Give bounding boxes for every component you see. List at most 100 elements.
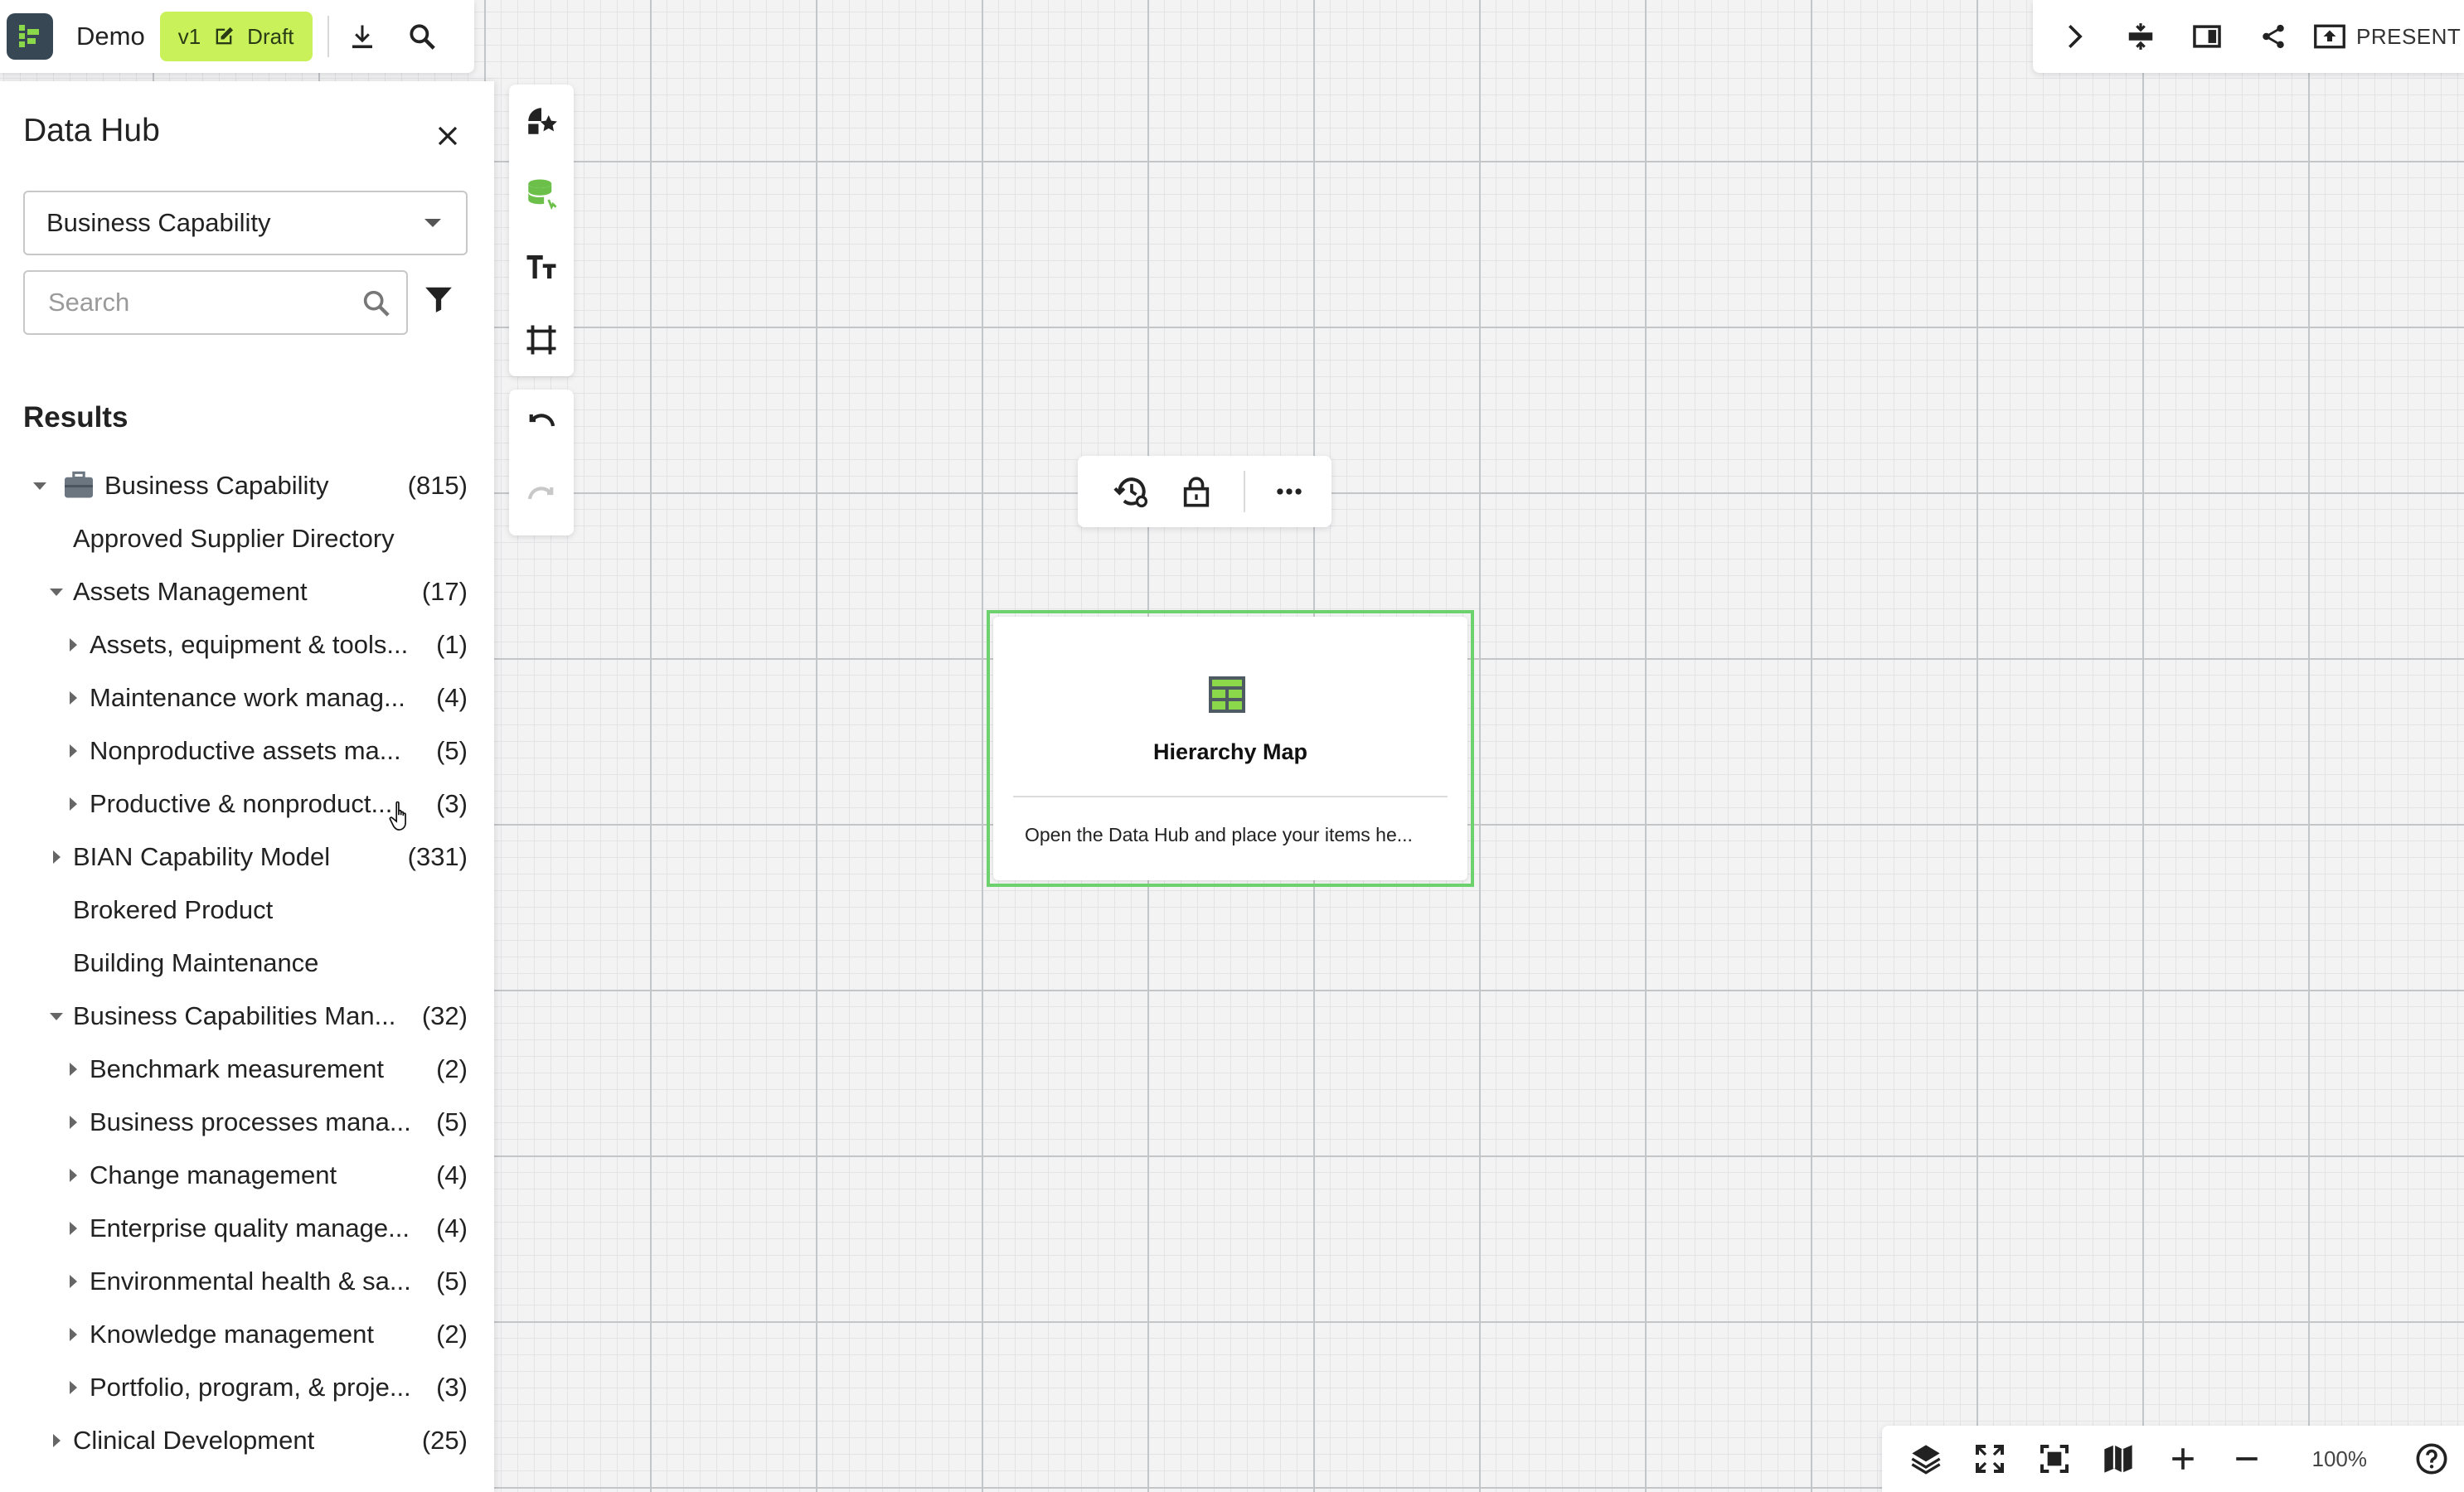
tree-item-label: Benchmark measurement — [90, 1054, 384, 1083]
tree-row[interactable]: Building Maintenance — [0, 937, 494, 990]
search-field[interactable] — [23, 270, 408, 335]
side-panel-button[interactable] — [2174, 0, 2240, 73]
tree-row[interactable]: Approved Supplier Directory — [0, 512, 494, 565]
help-button[interactable] — [2399, 1426, 2464, 1492]
tree-row[interactable]: Business Capabilities Man... (32) — [0, 990, 494, 1043]
fullscreen-button[interactable] — [1958, 1426, 2023, 1492]
caret-down-icon[interactable] — [45, 990, 68, 1043]
tree-row[interactable]: Clinical Development (25) — [0, 1414, 494, 1467]
edit-icon — [216, 27, 234, 45]
undo-icon — [529, 414, 555, 427]
data-hub-panel: Data Hub Business Capability Results Bus… — [0, 81, 494, 1492]
share-icon — [2263, 24, 2284, 49]
close-icon — [438, 126, 458, 146]
present-label: PRESENT — [2356, 23, 2462, 49]
tree-item-label: Business processes mana... — [90, 1107, 411, 1136]
zoom-in-button[interactable] — [2151, 1426, 2215, 1492]
hierarchy-map-card[interactable]: Hierarchy Map Open the Data Hub and plac… — [993, 617, 1467, 880]
tree-item-count: (815) — [407, 471, 468, 500]
tree-row[interactable]: Productive & nonproduct... (3) — [0, 777, 494, 831]
tree-item-label: Clinical Development — [73, 1426, 315, 1455]
caret-right-icon[interactable] — [45, 1414, 68, 1467]
caret-right-icon[interactable] — [61, 671, 85, 724]
download-icon — [352, 25, 372, 49]
fit-to-screen-button[interactable] — [2022, 1426, 2087, 1492]
caret-right-icon[interactable] — [61, 1361, 85, 1414]
caret-down-icon[interactable] — [45, 565, 68, 618]
caret-right-icon[interactable] — [61, 724, 85, 777]
tree-item-label: Portfolio, program, & proje... — [90, 1373, 411, 1402]
element-toolbar — [1078, 456, 1331, 527]
caret-down-icon[interactable] — [28, 459, 51, 512]
tree-item-label: Productive & nonproduct... — [90, 789, 393, 818]
fact-sheet-type-select[interactable]: Business Capability — [23, 191, 468, 255]
tree-row[interactable]: Benchmark measurement (2) — [0, 1043, 494, 1096]
tree-row[interactable]: Assets Management (17) — [0, 565, 494, 618]
more-options-button[interactable] — [1260, 463, 1318, 521]
caret-right-icon[interactable] — [61, 618, 85, 671]
app-logo[interactable] — [7, 13, 53, 60]
collapse-toolbar-button[interactable] — [2041, 0, 2107, 73]
tree-row[interactable]: Assets, equipment & tools... (1) — [0, 618, 494, 671]
top-right-toolbar: PRESENT — [2033, 0, 2464, 73]
fit-width-button[interactable] — [2107, 0, 2174, 73]
document-title[interactable]: Demo — [76, 22, 145, 51]
caret-right-icon[interactable] — [61, 777, 85, 831]
search-button[interactable] — [395, 10, 449, 63]
caret-right-icon[interactable] — [61, 1149, 85, 1202]
card-description: Open the Data Hub and place your items h… — [1025, 824, 1413, 845]
search-input[interactable] — [46, 287, 348, 318]
tree-row[interactable]: Portfolio, program, & proje... (3) — [0, 1361, 494, 1414]
download-button[interactable] — [336, 10, 389, 63]
tree-item-label: Business Capabilities Man... — [73, 1001, 396, 1030]
card-title: Hierarchy Map — [1152, 739, 1308, 764]
present-button[interactable]: PRESENT — [2313, 22, 2461, 51]
frame-tool-button[interactable] — [509, 303, 574, 376]
tree-row[interactable]: Business Capability (815) — [0, 459, 494, 512]
shapes-star-icon — [528, 108, 557, 134]
zoom-level[interactable]: 100% — [2279, 1446, 2399, 1472]
tree-row[interactable]: BIAN Capability Model (331) — [0, 831, 494, 884]
card-divider — [1013, 796, 1448, 797]
history-settings-icon — [1113, 477, 1148, 508]
caret-right-icon[interactable] — [45, 831, 68, 884]
caret-right-icon[interactable] — [61, 1043, 85, 1096]
tree-row[interactable]: Business processes mana... (5) — [0, 1096, 494, 1149]
caret-right-icon[interactable] — [61, 1255, 85, 1308]
tree-item-count: (5) — [436, 1267, 468, 1296]
help-icon — [2416, 1443, 2447, 1475]
minus-icon — [2236, 1457, 2258, 1461]
close-data-hub-button[interactable] — [429, 118, 466, 154]
tree-item-count: (2) — [436, 1054, 468, 1083]
lock-button[interactable] — [1167, 463, 1225, 521]
tree-item-count: (331) — [407, 842, 468, 871]
tree-row[interactable]: Knowledge management (2) — [0, 1308, 494, 1361]
data-hub-button[interactable] — [509, 157, 574, 230]
caret-right-icon[interactable] — [61, 1308, 85, 1361]
tree-item-label: Maintenance work manag... — [90, 683, 405, 712]
caret-right-icon[interactable] — [61, 1096, 85, 1149]
chevron-right-icon — [2069, 24, 2083, 49]
zoom-out-button[interactable] — [2215, 1426, 2280, 1492]
redo-button[interactable] — [509, 463, 574, 535]
tree-row[interactable]: Environmental health & sa... (5) — [0, 1255, 494, 1308]
text-tool-button[interactable] — [509, 230, 574, 303]
tree-row[interactable]: Maintenance work manag... (4) — [0, 671, 494, 724]
tree-item-count: (32) — [421, 1001, 468, 1030]
tree-row[interactable]: Nonproductive assets ma... (5) — [0, 724, 494, 777]
tree-row[interactable]: Enterprise quality manage... (4) — [0, 1202, 494, 1255]
share-button[interactable] — [2240, 0, 2306, 73]
minimap-button[interactable] — [2087, 1426, 2151, 1492]
filter-icon[interactable] — [423, 283, 454, 315]
tree-row[interactable]: Change management (4) — [0, 1149, 494, 1202]
undo-button[interactable] — [509, 390, 574, 463]
tree-item-count: (17) — [421, 577, 468, 606]
tree-item-label: Brokered Product — [73, 895, 274, 924]
version-draft-button[interactable]: v1 Draft — [159, 12, 313, 61]
tree-row[interactable]: Brokered Product — [0, 884, 494, 937]
map-icon — [2104, 1445, 2132, 1473]
smart-shapes-button[interactable] — [509, 85, 574, 157]
history-settings-button[interactable] — [1103, 463, 1161, 521]
caret-right-icon[interactable] — [61, 1202, 85, 1255]
layers-button[interactable] — [1894, 1426, 1958, 1492]
